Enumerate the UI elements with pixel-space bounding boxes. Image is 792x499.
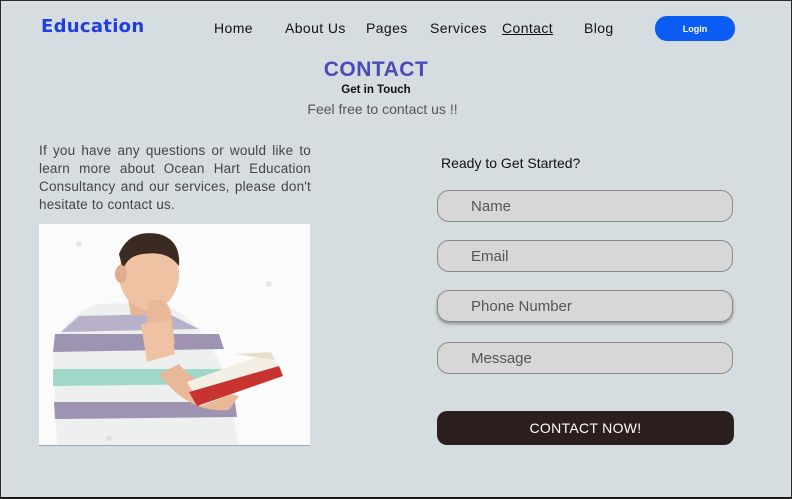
nav-contact[interactable]: Contact [502,20,553,36]
student-illustration [39,224,310,445]
student-reading-photo [39,224,310,446]
name-field[interactable] [437,190,733,222]
brand-logo[interactable]: Education [41,16,144,37]
page-subtitle: Get in Touch [341,84,411,96]
phone-field[interactable] [437,290,733,322]
page-lead: Feel free to contact us !! [307,101,458,117]
message-field[interactable] [437,342,733,374]
intro-text: If you have any questions or would like … [39,143,311,212]
nav-about-us[interactable]: About Us [285,20,346,36]
nav-pages[interactable]: Pages [366,20,408,36]
page-title: CONTACT [323,58,429,81]
contact-now-button[interactable]: CONTACT NOW! [437,411,734,445]
email-field[interactable] [437,240,733,272]
nav-blog[interactable]: Blog [584,20,614,36]
form-heading: Ready to Get Started? [441,155,581,171]
nav-services[interactable]: Services [430,20,487,36]
nav-home[interactable]: Home [214,20,253,36]
login-button[interactable]: Login [655,16,735,41]
